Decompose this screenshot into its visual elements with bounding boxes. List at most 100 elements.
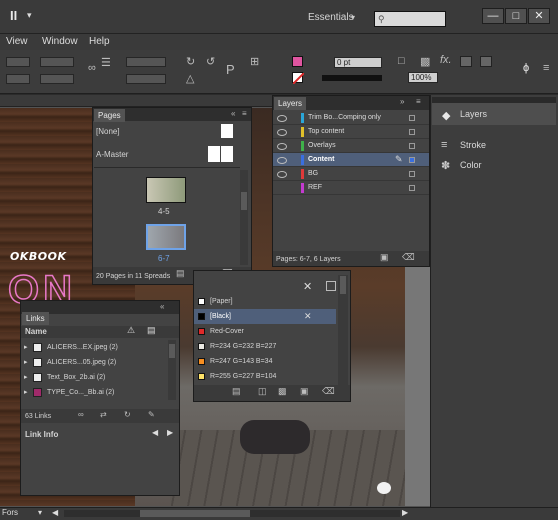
link-row[interactable]: ▸ ALICERS...EX.jpeg (2) [22, 340, 170, 355]
swatch-group-icon[interactable]: ◫ [258, 386, 267, 397]
next-link-icon[interactable]: ▶ [167, 428, 173, 437]
shear-icon[interactable]: △ [186, 72, 194, 85]
link-row[interactable]: ▸ TYPE_Co..._Bb.ai (2) [22, 385, 170, 400]
layers-collapse-icon[interactable]: » [400, 97, 404, 106]
layer-row-bg[interactable] [273, 167, 429, 181]
dock-item-color[interactable]: Color [432, 154, 556, 176]
x-field[interactable] [6, 57, 30, 67]
distribute-button[interactable] [480, 56, 492, 67]
app-menu-icon[interactable]: II [10, 8, 17, 23]
maximize-button[interactable]: □ [505, 8, 527, 24]
layer-select-square[interactable] [409, 115, 415, 121]
scale-y-field[interactable] [126, 74, 166, 84]
links-count[interactable]: 63 Links [25, 410, 51, 423]
panel-menu-icon[interactable]: ≡ [242, 109, 247, 118]
link-row[interactable]: ▸ Text_Box_2b.ai (2) [22, 370, 170, 385]
stroke-weight-field[interactable]: 0 pt [334, 57, 382, 68]
edit-original-icon[interactable]: ✎ [148, 410, 155, 419]
swatch-view-icon[interactable]: ▤ [232, 386, 241, 397]
text-frame-icon[interactable]: □ [398, 55, 405, 67]
link-row[interactable]: ▸ ALICERS...05.jpeg (2) [22, 355, 170, 370]
minimize-button[interactable]: — [482, 8, 504, 24]
master-a-right-thumb[interactable] [221, 146, 233, 162]
eye-icon[interactable] [277, 115, 287, 122]
menu-window[interactable]: Window [42, 36, 78, 47]
dock-item-stroke[interactable]: Stroke [432, 134, 556, 156]
swatch-row-247[interactable]: R=247 G=143 B=34 [194, 354, 336, 369]
swatch-row-red-cover[interactable]: Red-Cover [194, 324, 336, 339]
master-none-thumb[interactable] [221, 124, 233, 138]
new-layer-icon[interactable]: ▣ [380, 252, 389, 263]
link-info-label[interactable]: Link Info [25, 428, 58, 441]
pages-scrollbar[interactable] [240, 170, 248, 265]
dock-item-layers[interactable]: Layers [432, 103, 556, 125]
rotate-ccw-icon[interactable]: ↺ [206, 55, 215, 68]
panel-collapse-icon[interactable]: « [231, 109, 235, 118]
fx-icon[interactable]: fx. [440, 54, 452, 66]
opacity-field[interactable]: 100% [408, 72, 438, 83]
delete-layer-icon[interactable]: ⌫ [402, 252, 415, 263]
new-swatch-icon[interactable]: ▣ [300, 386, 309, 397]
expand-arrow-icon[interactable]: ▸ [24, 340, 28, 355]
links-scroll-thumb[interactable] [169, 344, 175, 358]
workspace-switcher[interactable]: Essentials ▾ [298, 10, 360, 26]
align-button[interactable] [460, 56, 472, 67]
eye-icon[interactable] [277, 171, 287, 178]
fill-stroke-swap-icon[interactable]: ✕ [303, 280, 312, 293]
fill-swatch[interactable] [292, 56, 303, 67]
swatches-scroll-thumb[interactable] [340, 276, 346, 294]
layer-select-square[interactable] [409, 185, 415, 191]
update-link-icon[interactable]: ↻ [124, 410, 131, 419]
page-size-icon[interactable]: ▤ [176, 268, 185, 279]
scroll-left-icon[interactable]: ◀ [52, 508, 58, 517]
column-name[interactable]: Name [25, 325, 47, 338]
scale-x-field[interactable] [126, 57, 166, 67]
constrain-proportions-icon[interactable]: ∞ [88, 62, 96, 74]
status-menu-icon[interactable]: ▾ [38, 508, 42, 517]
layer-select-square[interactable] [409, 143, 415, 149]
menu-view[interactable]: View [6, 36, 28, 47]
master-a-left-thumb[interactable] [208, 146, 220, 162]
expand-arrow-icon[interactable]: ▸ [24, 385, 28, 400]
swatch-row-234[interactable]: R=234 G=232 B=227 [194, 339, 336, 354]
master-a[interactable]: A-Master [96, 148, 128, 161]
frame-fit-icon[interactable]: ▩ [420, 55, 430, 68]
pages-scroll-thumb[interactable] [241, 192, 247, 210]
horizontal-scroll-thumb[interactable] [140, 510, 250, 517]
y-field[interactable] [6, 74, 30, 84]
reference-point-icon[interactable]: ⊞ [250, 55, 259, 68]
app-menu-caret[interactable]: ▾ [27, 10, 32, 21]
spread-thumb-4-5[interactable] [146, 177, 186, 203]
layers-menu-icon[interactable]: ≡ [416, 97, 421, 106]
layer-row-ref[interactable] [273, 181, 429, 195]
links-collapse-icon[interactable]: « [160, 302, 164, 311]
layer-select-square[interactable] [409, 157, 415, 163]
layer-row-content[interactable] [273, 153, 429, 167]
close-button[interactable]: ✕ [528, 8, 550, 24]
layer-select-square[interactable] [409, 171, 415, 177]
quick-apply-icon[interactable]: ϕ [523, 62, 529, 74]
prev-link-icon[interactable]: ◀ [152, 428, 158, 437]
tab-layers[interactable]: Layers [274, 97, 307, 110]
swatch-row-255[interactable]: R=255 G=227 B=104 [194, 369, 336, 384]
help-search-input[interactable]: ⚲ [374, 11, 446, 27]
eye-icon[interactable] [277, 143, 287, 150]
tab-pages[interactable]: Pages [94, 109, 125, 122]
width-field[interactable] [40, 57, 74, 67]
eye-icon[interactable] [277, 157, 287, 164]
eye-icon[interactable] [277, 129, 287, 136]
relink-cc-icon[interactable]: ∞ [78, 410, 84, 419]
layer-select-square[interactable] [409, 129, 415, 135]
rotate-icon[interactable]: ↻ [186, 55, 195, 68]
scroll-right-icon[interactable]: ▶ [402, 508, 408, 517]
expand-arrow-icon[interactable]: ▸ [24, 355, 28, 370]
flip-p-icon[interactable]: P [226, 62, 235, 77]
tab-links[interactable]: Links [22, 312, 49, 325]
spread-thumb-6-7[interactable] [146, 224, 186, 250]
stroke-type-select[interactable] [322, 75, 382, 81]
swatch-folder-icon[interactable]: ▩ [278, 386, 287, 397]
swatch-row-black[interactable]: [Black] ✕ [194, 309, 336, 324]
layer-row-overlays[interactable] [273, 139, 429, 153]
panel-menu-icon[interactable]: ≡ [543, 62, 549, 74]
delete-swatch-icon[interactable]: ⌫ [322, 386, 335, 397]
